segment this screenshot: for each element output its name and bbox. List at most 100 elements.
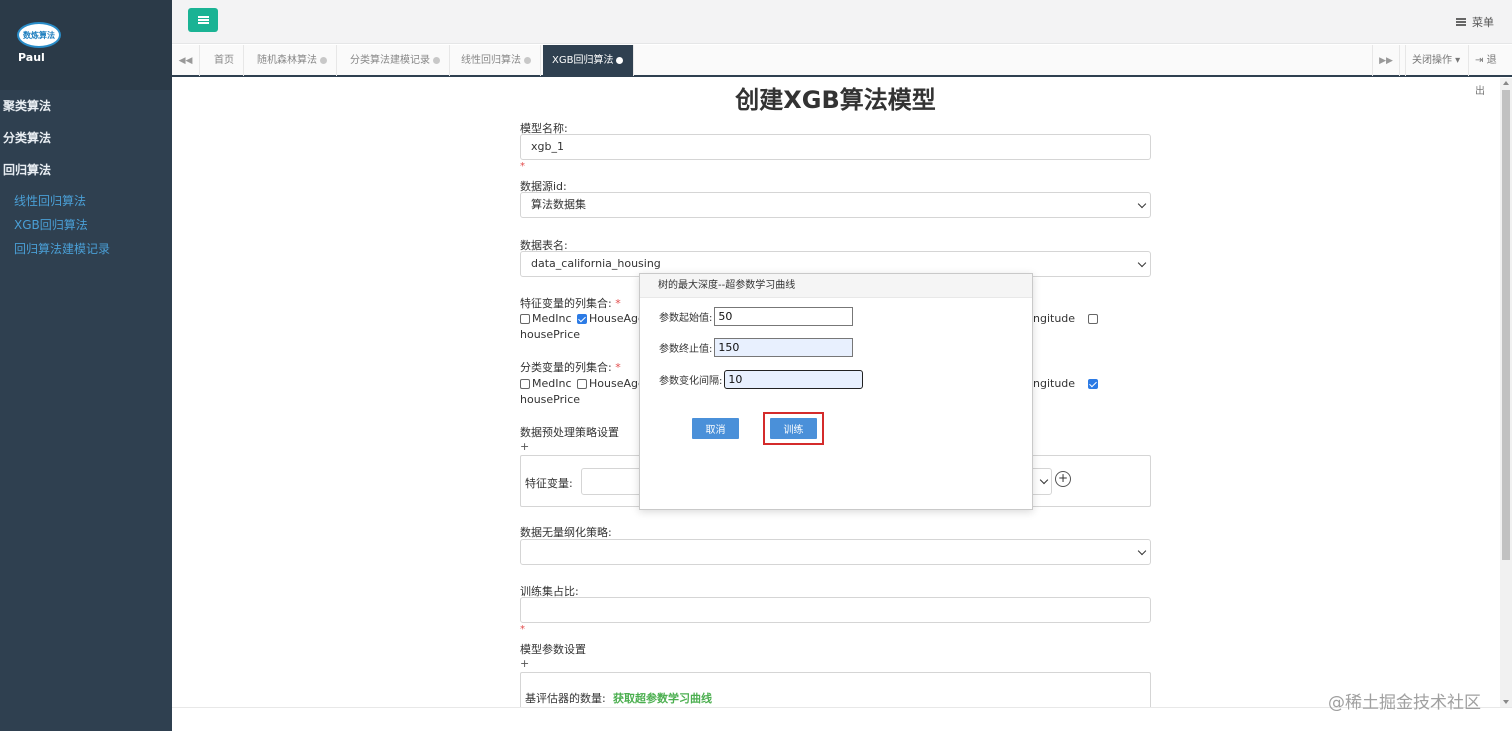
checkbox-icon [1088,313,1099,324]
checkbox-icon [577,378,587,389]
get-learning-curve-link[interactable]: 获取超参数学习曲线 [613,690,712,706]
tab-home[interactable]: 首页 [205,45,244,76]
chevron-down-icon [1039,475,1049,485]
chevron-down-icon [1137,546,1147,556]
tab-linear-regression[interactable]: 线性回归算法 [452,45,541,76]
close-icon[interactable] [433,56,440,64]
double-chevron-right-icon: ▶▶ [1379,55,1393,66]
tab-scroll-left-button[interactable]: ◀◀ [172,45,200,76]
dialog-title: 树的最大深度--超参数学习曲线 [640,274,1032,298]
checkbox-label: ngitude [1033,377,1076,390]
model-params-panel: 基评估器的数量: 获取超参数学习曲线 [520,672,1151,712]
user-name[interactable]: Paul [18,51,45,64]
class-checkbox-houseage[interactable]: HouseAge [577,377,645,390]
checkbox-label: ngitude [1033,312,1076,325]
checkbox-icon [520,313,530,324]
watermark: @稀土掘金技术社区 [1328,693,1481,713]
checkbox-icon [520,378,530,389]
profile-area: 数炼算法 Paul [0,0,172,90]
train-button[interactable]: 训练 [770,418,817,439]
add-model-param-button[interactable]: + [520,657,529,670]
start-value-input[interactable]: 50 [714,307,854,326]
checkbox-label: HouseAge [589,377,645,390]
checkbox-label: housePrice [520,328,581,341]
table-name-value: data_california_housing [531,257,661,270]
cancel-button[interactable]: 取消 [692,418,739,439]
checkbox-label: HouseAge [589,312,645,325]
required-mark: * [520,624,525,635]
logo: 数炼算法 [17,22,61,48]
logout-button[interactable]: ⇥ 退出 [1468,45,1512,97]
tab-classification-records[interactable]: 分类算法建模记录 [341,45,450,76]
sidebar-subitem-regression-records[interactable]: 回归算法建模记录 [14,240,110,257]
start-value-row: 参数起始值: 50 [659,307,854,326]
train-ratio-input[interactable] [520,597,1151,623]
logo-text: 数炼算法 [23,30,55,40]
tab-label: 首页 [214,55,234,66]
page-title: 创建XGB算法模型 [735,86,936,114]
add-circle-icon[interactable]: + [1055,471,1071,487]
feature-checkbox-longitude[interactable]: ngitude [1033,312,1100,325]
tab-random-forest[interactable]: 随机森林算法 [248,45,337,76]
tab-label: 随机森林算法 [257,55,317,66]
class-checkbox-houseprice[interactable]: housePrice [520,393,580,406]
start-value-label: 参数起始值: [659,313,713,324]
add-preprocess-button[interactable]: + [520,440,529,453]
close-icon[interactable] [616,56,624,64]
tab-xgb-regression[interactable]: XGB回归算法 [543,45,634,76]
double-chevron-left-icon: ◀◀ [178,55,193,66]
feature-checkbox-medinc[interactable]: MedInc [520,312,572,325]
class-checkbox-medinc[interactable]: MedInc [520,377,572,390]
close-icon[interactable] [524,56,531,64]
checkbox-checked-icon [1088,378,1099,389]
feature-checkbox-houseprice[interactable]: housePrice [520,328,580,341]
end-value-label: 参数终止值: [659,344,713,355]
estimator-count-label: 基评估器的数量: [525,692,606,705]
class-checkbox-longitude[interactable]: ngitude [1033,377,1100,390]
tab-label: XGB回归算法 [552,55,614,66]
close-icon[interactable] [320,56,327,64]
scrollbar-thumb[interactable] [1502,90,1510,560]
sidebar-subitem-linear-regression[interactable]: 线性回归算法 [14,192,86,209]
checkbox-label: MedInc [532,377,572,390]
feature-var-label: 特征变量: [525,477,573,490]
logout-icon: ⇥ [1475,55,1484,66]
vertical-scrollbar[interactable] [1500,78,1512,707]
menu-label: 菜单 [1472,16,1494,29]
tab-bar: ◀◀ 首页 随机森林算法 分类算法建模记录 线性回归算法 XGB回归算法 ▶▶ … [172,45,1512,97]
sidebar-item-regression[interactable]: 回归算法 [3,161,51,178]
checkbox-label: MedInc [532,312,572,325]
sidebar-item-clustering[interactable]: 聚类算法 [3,97,51,114]
scroll-down-icon[interactable] [1503,700,1509,704]
sidebar-item-classification[interactable]: 分类算法 [3,129,51,146]
tab-label: 线性回归算法 [461,55,521,66]
menu-button[interactable]: 菜单 [1456,14,1494,30]
step-value-row: 参数变化间隔: 10 [659,370,864,389]
required-mark: * [615,361,621,374]
model-params-label: 模型参数设置 [520,643,586,656]
hamburger-icon [197,16,209,24]
sidebar-toggle-button[interactable] [188,8,218,32]
scroll-up-icon[interactable] [1503,81,1509,85]
chevron-down-icon [1137,258,1147,268]
step-value-input[interactable]: 10 [724,370,864,389]
feature-checkbox-houseage[interactable]: HouseAge [577,312,645,325]
preprocess-label: 数据预处理策略设置 [520,426,619,439]
close-operations-dropdown[interactable]: 关闭操作 ▾ [1405,45,1466,76]
step-value-label: 参数变化间隔: [659,376,723,387]
sidebar: 数炼算法 Paul 聚类算法 分类算法 回归算法 线性回归算法 XGB回归算法 … [0,0,172,731]
checkbox-checked-icon [577,313,587,324]
class-columns-text: 分类变量的列集合: [520,361,612,374]
model-name-input[interactable]: xgb_1 [520,134,1151,160]
scaling-strategy-select[interactable] [520,539,1151,565]
end-value-input[interactable]: 150 [714,338,854,357]
checkbox-label: housePrice [520,393,581,406]
close-ops-label: 关闭操作 [1412,55,1452,66]
sidebar-subitem-xgb-regression[interactable]: XGB回归算法 [14,216,88,233]
feature-columns-text: 特征变量的列集合: [520,297,612,310]
datasource-select[interactable]: 算法数据集 [520,192,1151,218]
tab-label: 分类算法建模记录 [350,55,430,66]
tab-scroll-right-button[interactable]: ▶▶ [1372,45,1400,76]
feature-columns-label: 特征变量的列集合: * [520,295,621,311]
end-value-row: 参数终止值: 150 [659,338,854,357]
